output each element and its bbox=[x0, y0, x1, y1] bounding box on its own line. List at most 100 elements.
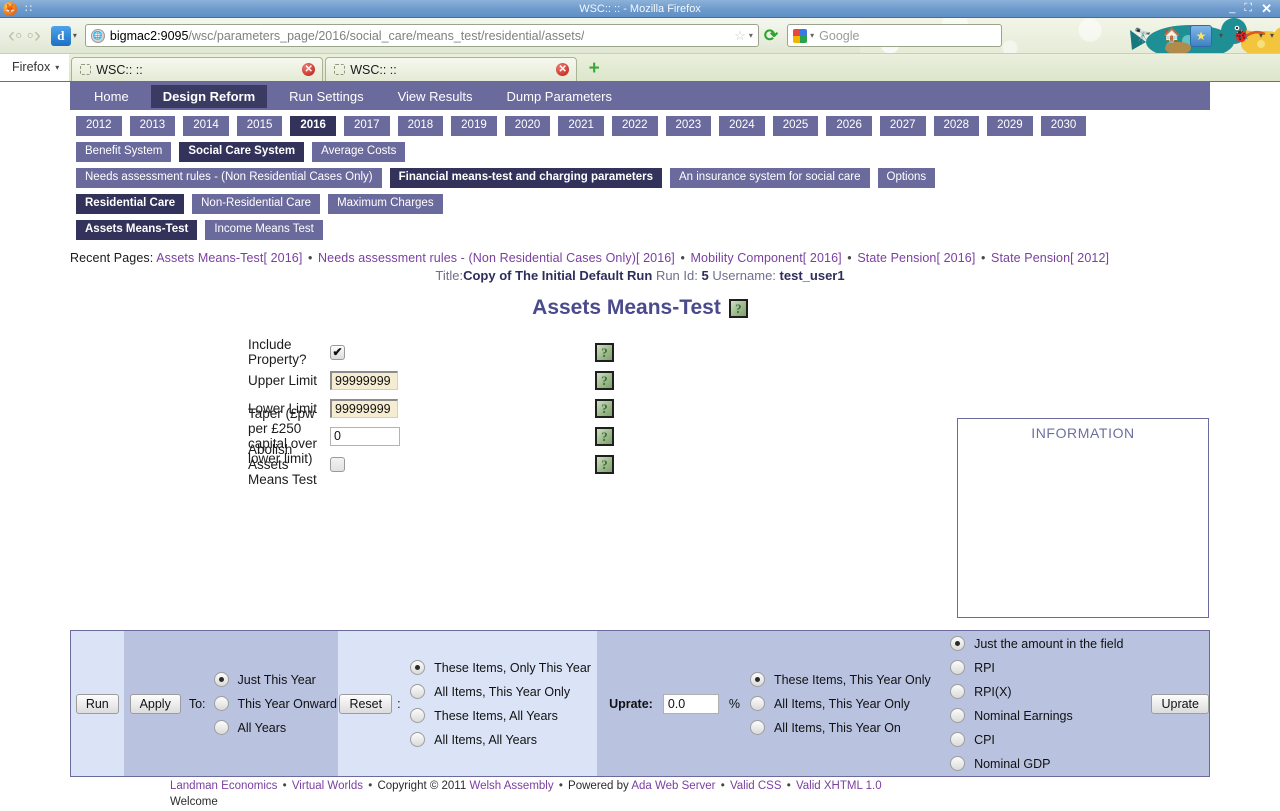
care-tab-maximum-charges[interactable]: Maximum Charges bbox=[328, 194, 443, 214]
year-tab-2023[interactable]: 2023 bbox=[666, 116, 712, 136]
help-icon[interactable]: ? bbox=[595, 343, 614, 362]
apply-option-just-this-year[interactable]: Just This Year bbox=[214, 668, 337, 692]
reset-button[interactable]: Reset bbox=[339, 694, 392, 714]
year-tab-2026[interactable]: 2026 bbox=[826, 116, 872, 136]
radio-button[interactable] bbox=[950, 756, 965, 771]
system-tab-benefit-system[interactable]: Benefit System bbox=[76, 142, 171, 162]
reload-icon[interactable]: ⟳ bbox=[764, 26, 778, 46]
year-tab-2016[interactable]: 2016 bbox=[290, 116, 336, 136]
system-tab-social-care-system[interactable]: Social Care System bbox=[179, 142, 304, 162]
uprate-scope-these-items-this-year-only[interactable]: These Items, This Year Only bbox=[750, 668, 931, 692]
reset-option-these-items-all-years[interactable]: These Items, All Years bbox=[410, 704, 591, 728]
checkbox-include-property[interactable]: ✔ bbox=[330, 345, 345, 360]
apply-option-this-year-onward[interactable]: This Year Onward bbox=[214, 692, 337, 716]
apply-option-all-years[interactable]: All Years bbox=[214, 716, 337, 740]
radio-button[interactable] bbox=[750, 696, 765, 711]
year-tab-2027[interactable]: 2027 bbox=[880, 116, 926, 136]
year-tab-2018[interactable]: 2018 bbox=[398, 116, 444, 136]
year-tab-2030[interactable]: 2030 bbox=[1041, 116, 1087, 136]
radio-button[interactable] bbox=[950, 636, 965, 651]
section-tab-options[interactable]: Options bbox=[878, 168, 936, 188]
help-icon[interactable]: ? bbox=[595, 371, 614, 390]
search-input[interactable]: Google bbox=[819, 29, 859, 43]
appnav-item-dump-parameters[interactable]: Dump Parameters bbox=[495, 85, 624, 108]
care-tab-non-residential-care[interactable]: Non-Residential Care bbox=[192, 194, 320, 214]
bug-icon[interactable]: 🐞 bbox=[1230, 25, 1252, 47]
year-tab-2021[interactable]: 2021 bbox=[558, 116, 604, 136]
footer-link[interactable]: Landman Economics bbox=[170, 780, 277, 792]
uprate-button[interactable]: Uprate bbox=[1151, 694, 1209, 714]
forward-icon[interactable]: ◦› bbox=[24, 24, 42, 48]
index-option-nominal-earnings[interactable]: Nominal Earnings bbox=[950, 704, 1123, 728]
radio-button[interactable] bbox=[950, 660, 965, 675]
year-tab-2015[interactable]: 2015 bbox=[237, 116, 283, 136]
apply-button[interactable]: Apply bbox=[130, 694, 181, 714]
input-upper-limit[interactable] bbox=[330, 371, 398, 390]
home-icon[interactable]: 🏠 bbox=[1161, 25, 1183, 47]
section-tab-an-insurance-system-for-social-care[interactable]: An insurance system for social care bbox=[670, 168, 870, 188]
radio-button[interactable] bbox=[950, 732, 965, 747]
help-icon[interactable]: ? bbox=[595, 427, 614, 446]
overflow-caret-icon[interactable]: ▾ bbox=[1270, 31, 1274, 40]
radio-button[interactable] bbox=[950, 684, 965, 699]
input-taper-pw-per-250-capital-over-lower-limit[interactable] bbox=[330, 427, 400, 446]
minimize-button[interactable]: _ bbox=[1229, 3, 1235, 14]
year-tab-2022[interactable]: 2022 bbox=[612, 116, 658, 136]
section-tab-needs-assessment-rules-non-residential-cases-only[interactable]: Needs assessment rules - (Non Residentia… bbox=[76, 168, 382, 188]
recent-page-link[interactable]: State Pension[ 2012] bbox=[991, 251, 1109, 265]
binoculars-icon[interactable]: 🔭 bbox=[1132, 25, 1154, 47]
download-caret-icon[interactable]: ▾ bbox=[73, 31, 77, 40]
footer-link[interactable]: Welsh Assembly bbox=[469, 780, 553, 792]
browser-tab-2[interactable]: WSC:: :: ✕ bbox=[325, 57, 577, 81]
index-option-rpi-x[interactable]: RPI(X) bbox=[950, 680, 1123, 704]
index-option-rpi[interactable]: RPI bbox=[950, 656, 1123, 680]
radio-button[interactable] bbox=[214, 672, 229, 687]
radio-button[interactable] bbox=[410, 660, 425, 675]
help-icon[interactable]: ? bbox=[595, 455, 614, 474]
index-option-nominal-gdp[interactable]: Nominal GDP bbox=[950, 752, 1123, 776]
reset-option-all-items-all-years[interactable]: All Items, All Years bbox=[410, 728, 591, 752]
uprate-scope-all-items-this-year-on[interactable]: All Items, This Year On bbox=[750, 716, 931, 740]
bookmark-caret-icon[interactable]: ▾ bbox=[1219, 31, 1223, 40]
year-tab-2024[interactable]: 2024 bbox=[719, 116, 765, 136]
help-icon[interactable]: ? bbox=[595, 399, 614, 418]
year-tab-2017[interactable]: 2017 bbox=[344, 116, 390, 136]
footer-link[interactable]: Ada Web Server bbox=[631, 780, 715, 792]
recent-page-link[interactable]: Needs assessment rules - (Non Residentia… bbox=[318, 251, 675, 265]
maximize-button[interactable]: ⛶ bbox=[1244, 3, 1252, 14]
footer-link[interactable]: Valid XHTML 1.0 bbox=[796, 780, 882, 792]
appnav-item-home[interactable]: Home bbox=[82, 85, 141, 108]
uprate-input[interactable] bbox=[663, 694, 719, 714]
download-manager-icon[interactable]: d bbox=[51, 26, 71, 46]
input-lower-limit[interactable] bbox=[330, 399, 398, 418]
uprate-scope-all-items-this-year-only[interactable]: All Items, This Year Only bbox=[750, 692, 931, 716]
appnav-item-run-settings[interactable]: Run Settings bbox=[277, 85, 375, 108]
year-tab-2012[interactable]: 2012 bbox=[76, 116, 122, 136]
search-bar[interactable]: ▾ Google bbox=[787, 24, 1002, 47]
new-tab-button[interactable]: + bbox=[583, 57, 605, 81]
bookmark-star-icon[interactable]: ☆ bbox=[734, 28, 746, 44]
test-tab-assets-means-test[interactable]: Assets Means-Test bbox=[76, 220, 197, 240]
year-tab-2025[interactable]: 2025 bbox=[773, 116, 819, 136]
year-tab-2013[interactable]: 2013 bbox=[130, 116, 176, 136]
year-tab-2019[interactable]: 2019 bbox=[451, 116, 497, 136]
search-engine-caret-icon[interactable]: ▾ bbox=[810, 31, 814, 40]
year-tab-2029[interactable]: 2029 bbox=[987, 116, 1033, 136]
radio-button[interactable] bbox=[214, 696, 229, 711]
radio-button[interactable] bbox=[950, 708, 965, 723]
close-button[interactable]: ✕ bbox=[1261, 3, 1272, 14]
footer-link[interactable]: Virtual Worlds bbox=[292, 780, 363, 792]
radio-button[interactable] bbox=[410, 684, 425, 699]
recent-page-link[interactable]: Assets Means-Test[ 2016] bbox=[156, 251, 302, 265]
radio-button[interactable] bbox=[410, 732, 425, 747]
browser-tab-1[interactable]: WSC:: :: ✕ bbox=[71, 57, 323, 81]
reset-option-these-items-only-this-year[interactable]: These Items, Only This Year bbox=[410, 656, 591, 680]
care-tab-residential-care[interactable]: Residential Care bbox=[76, 194, 184, 214]
footer-link[interactable]: Valid CSS bbox=[730, 780, 782, 792]
year-tab-2020[interactable]: 2020 bbox=[505, 116, 551, 136]
year-tab-2014[interactable]: 2014 bbox=[183, 116, 229, 136]
url-bar[interactable]: 🌐 bigmac2:9095/wsc/parameters_page/2016/… bbox=[85, 24, 759, 47]
system-tab-average-costs[interactable]: Average Costs bbox=[312, 142, 405, 162]
appnav-item-view-results[interactable]: View Results bbox=[386, 85, 485, 108]
index-option-just-the-amount-in-the-field[interactable]: Just the amount in the field bbox=[950, 632, 1123, 656]
